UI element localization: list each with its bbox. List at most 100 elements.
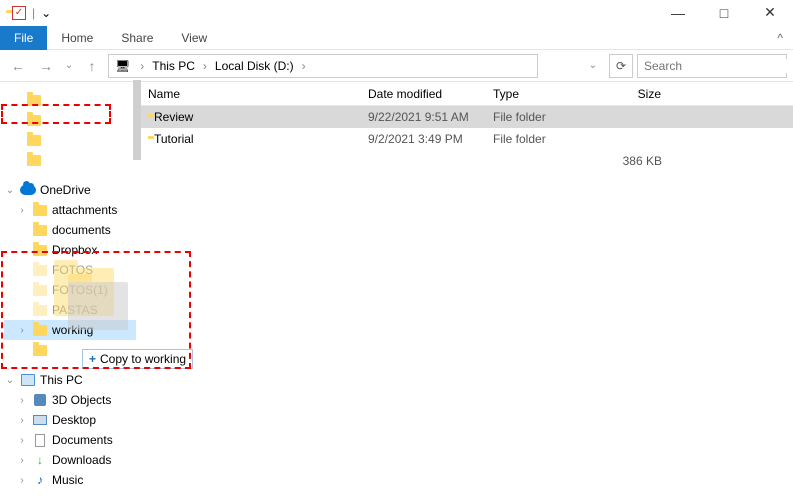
- tree-item-3dobjects[interactable]: › 3D Objects: [4, 390, 136, 410]
- file-name: Review: [154, 110, 193, 124]
- folder-icon: [32, 302, 48, 318]
- title-bar: ✓ | ⌄ — □ ✕: [0, 0, 793, 26]
- column-size[interactable]: Size: [580, 87, 670, 101]
- qat-dropdown-icon[interactable]: ⌄: [41, 6, 51, 20]
- tree-label: OneDrive: [40, 183, 91, 197]
- file-date: 9/2/2021 3:49 PM: [360, 132, 485, 146]
- view-tab[interactable]: View: [167, 27, 221, 49]
- chevron-down-icon[interactable]: ⌄: [4, 185, 16, 196]
- close-button[interactable]: ✕: [747, 0, 793, 26]
- qat-divider: |: [32, 6, 35, 20]
- folder-icon: [32, 262, 48, 278]
- main-area: ⌄ OneDrive › attachments documents Dropb…: [0, 82, 793, 500]
- folder-icon: [32, 322, 48, 338]
- desktop-icon: [32, 412, 48, 428]
- tree-label: attachments: [52, 203, 117, 217]
- tree-label: Documents: [52, 433, 113, 447]
- column-date[interactable]: Date modified: [360, 87, 485, 101]
- file-type: File folder: [485, 110, 580, 124]
- column-type[interactable]: Type: [485, 87, 580, 101]
- qat-checkbox-icon[interactable]: ✓: [12, 6, 26, 20]
- ribbon-expand-icon[interactable]: ^: [767, 31, 793, 45]
- file-tab[interactable]: File: [0, 26, 47, 50]
- search-input[interactable]: [644, 59, 793, 73]
- window-controls: — □ ✕: [655, 0, 793, 26]
- minimize-button[interactable]: —: [655, 0, 701, 26]
- refresh-button[interactable]: ⟳: [609, 54, 633, 78]
- tree-item-attachments[interactable]: › attachments: [4, 200, 136, 220]
- file-name: Tutorial: [154, 132, 194, 146]
- tree-label: PASTAS: [52, 303, 98, 317]
- onedrive-icon: [20, 182, 36, 198]
- folder-icon: [32, 342, 48, 358]
- chevron-right-icon[interactable]: ›: [199, 59, 211, 73]
- breadcrumb-localdisk[interactable]: Local Disk (D:): [211, 59, 298, 73]
- chevron-right-icon[interactable]: ›: [298, 59, 310, 73]
- chevron-right-icon[interactable]: ›: [16, 395, 28, 406]
- tree-label: working: [52, 323, 93, 337]
- tree-label: FOTOS: [52, 263, 93, 277]
- chevron-down-icon[interactable]: ⌄: [4, 375, 16, 386]
- folder-icon: [32, 242, 48, 258]
- chevron-right-icon[interactable]: ›: [16, 475, 28, 486]
- folder-icon: [26, 152, 42, 168]
- tree-scrollbar[interactable]: [133, 80, 141, 160]
- navigation-pane[interactable]: ⌄ OneDrive › attachments documents Dropb…: [0, 82, 140, 500]
- tree-item-music[interactable]: › ♪ Music: [4, 470, 136, 490]
- chevron-right-icon[interactable]: ›: [16, 325, 28, 336]
- tree-item-working[interactable]: › working: [4, 320, 136, 340]
- location-icon: 🖥: [109, 59, 136, 73]
- tree-item-fotos1[interactable]: FOTOS(1): [4, 280, 136, 300]
- column-name[interactable]: Name: [140, 87, 360, 101]
- tree-item-desktop[interactable]: › Desktop: [4, 410, 136, 430]
- back-button[interactable]: ←: [6, 54, 30, 78]
- share-tab[interactable]: Share: [107, 27, 167, 49]
- downloads-icon: ↓: [32, 452, 48, 468]
- navigation-bar: ← → ⌄ ↑ 🖥 › This PC › Local Disk (D:) › …: [0, 50, 793, 82]
- tree-item-documents[interactable]: › Documents: [4, 430, 136, 450]
- tree-label: Dropbox: [52, 243, 97, 257]
- summary-row: 386 KB: [140, 150, 793, 172]
- ribbon-tabs: File Home Share View ^: [0, 26, 793, 50]
- content-pane: Name Date modified Type Size Review 9/22…: [140, 82, 793, 500]
- chevron-right-icon[interactable]: ›: [136, 59, 148, 73]
- file-list[interactable]: Review 9/22/2021 9:51 AM File folder Tut…: [140, 106, 793, 500]
- chevron-right-icon[interactable]: ›: [16, 435, 28, 446]
- folder-icon: [26, 112, 42, 128]
- folder-icon: [32, 202, 48, 218]
- up-button[interactable]: ↑: [80, 54, 104, 78]
- tree-label: FOTOS(1): [52, 283, 108, 297]
- tree-item-pastas[interactable]: PASTAS: [4, 300, 136, 320]
- home-tab[interactable]: Home: [47, 27, 107, 49]
- tree-item-documents[interactable]: documents: [4, 220, 136, 240]
- maximize-button[interactable]: □: [701, 0, 747, 26]
- music-icon: ♪: [32, 472, 48, 488]
- tree-label: Desktop: [52, 413, 96, 427]
- tree-onedrive[interactable]: ⌄ OneDrive: [4, 180, 136, 200]
- tree-label: 3D Objects: [52, 393, 111, 407]
- quick-access-toolbar: ✓ | ⌄: [0, 6, 51, 20]
- tree-label: Music: [52, 473, 83, 487]
- chevron-right-icon[interactable]: ›: [16, 455, 28, 466]
- tree-label: Downloads: [52, 453, 111, 467]
- tree-label: This PC: [40, 373, 83, 387]
- search-box[interactable]: 🔍: [637, 54, 787, 78]
- column-headers: Name Date modified Type Size: [140, 82, 793, 106]
- history-dropdown-icon[interactable]: ⌄: [62, 54, 76, 78]
- tree-item-fotos[interactable]: FOTOS: [4, 260, 136, 280]
- chevron-right-icon[interactable]: ›: [16, 415, 28, 426]
- forward-button[interactable]: →: [34, 54, 58, 78]
- file-row[interactable]: Review 9/22/2021 9:51 AM File folder: [140, 106, 793, 128]
- dropdown-icon[interactable]: ⌄: [581, 54, 605, 78]
- tree-thispc[interactable]: ⌄ This PC: [4, 370, 136, 390]
- folder-icon: [26, 92, 42, 108]
- thispc-icon: [20, 372, 36, 388]
- tree-item-dropbox[interactable]: Dropbox: [4, 240, 136, 260]
- summary-size: 386 KB: [580, 154, 670, 168]
- address-bar[interactable]: 🖥 › This PC › Local Disk (D:) ›: [108, 54, 538, 78]
- tree-item-downloads[interactable]: › ↓ Downloads: [4, 450, 136, 470]
- breadcrumb-thispc[interactable]: This PC: [148, 59, 199, 73]
- file-row[interactable]: Tutorial 9/2/2021 3:49 PM File folder: [140, 128, 793, 150]
- folder-icon: [32, 282, 48, 298]
- chevron-right-icon[interactable]: ›: [16, 205, 28, 216]
